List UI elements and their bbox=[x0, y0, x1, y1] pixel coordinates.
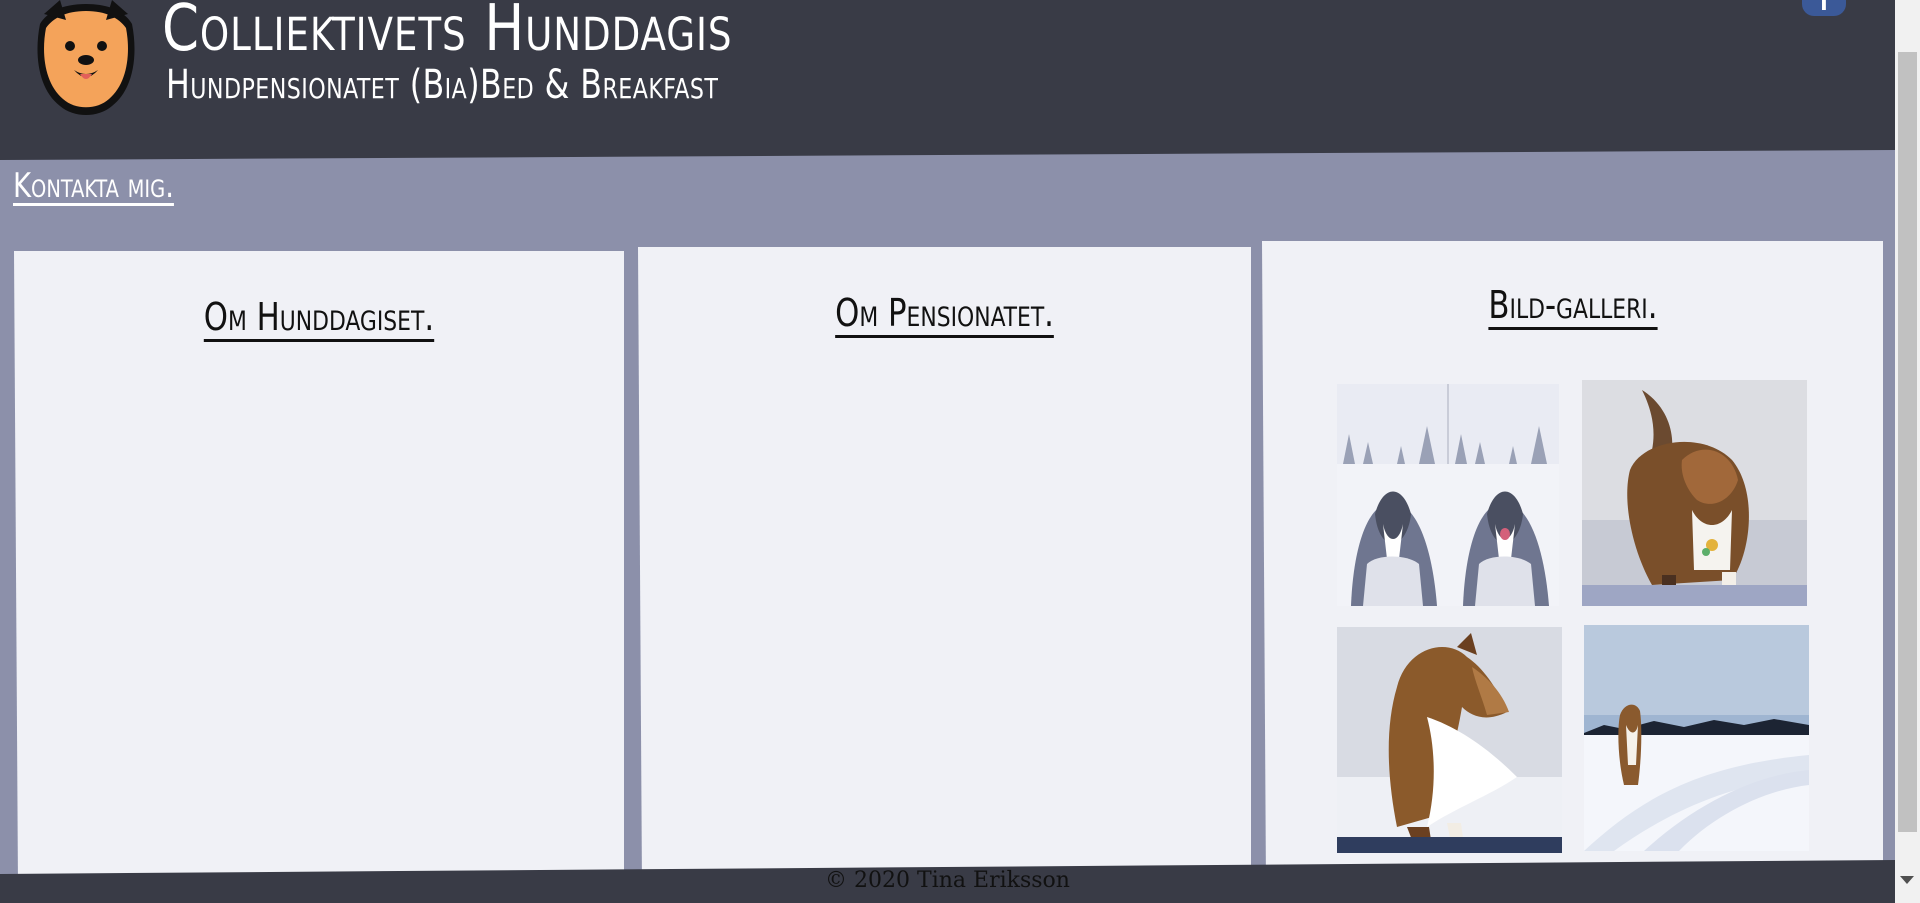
site-subtitle: Hundpensionatet (Bia)Bed & Breakfast bbox=[166, 62, 719, 108]
scroll-down-arrow-icon[interactable] bbox=[1900, 876, 1914, 884]
gallery-image-collie-windblown-fur[interactable] bbox=[1337, 627, 1562, 853]
panel-about-boarding: Om Pensionatet. bbox=[638, 247, 1251, 888]
contact-link[interactable]: Kontakta mig. bbox=[13, 166, 174, 206]
panel-about-daycare: Om Hunddagiset. bbox=[14, 251, 624, 888]
copyright-text: © 2020 Tina Eriksson bbox=[825, 868, 1070, 893]
gallery-image-collie-snow-diptych[interactable] bbox=[1337, 384, 1559, 606]
facebook-icon[interactable]: f bbox=[1802, 0, 1846, 16]
panel-gallery: Bild-galleri. bbox=[1262, 241, 1883, 888]
panel-title-boarding: Om Pensionatet. bbox=[835, 291, 1054, 338]
panel-title-daycare: Om Hunddagiset. bbox=[203, 295, 435, 342]
panel-title-gallery: Bild-galleri. bbox=[1487, 283, 1658, 330]
scrollbar-thumb[interactable] bbox=[1898, 52, 1917, 832]
site-title: Colliektivets Hunddagis bbox=[162, 0, 733, 66]
gallery-image-collie-snow-field[interactable] bbox=[1584, 625, 1809, 851]
gallery-image-collie-running-snow[interactable] bbox=[1582, 380, 1807, 606]
dog-face-logo-icon[interactable] bbox=[30, 0, 142, 120]
